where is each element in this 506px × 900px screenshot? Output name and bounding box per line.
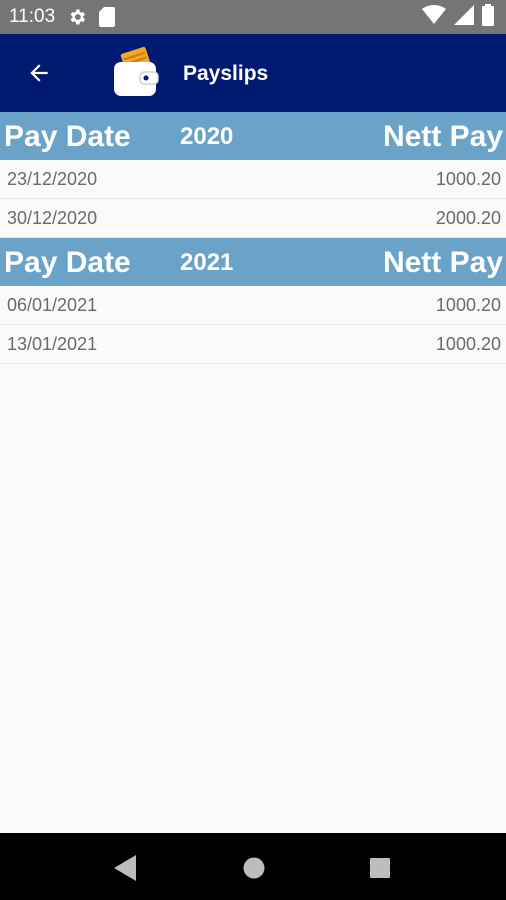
pay-date: 30/12/2020	[7, 208, 98, 228]
back-triangle-icon[interactable]	[111, 853, 141, 883]
year-label: 2020	[180, 123, 234, 150]
recents-square-icon[interactable]	[365, 853, 395, 883]
nett-pay-header: Nett Pay	[382, 246, 503, 279]
wallet-icon	[110, 44, 162, 105]
pay-date-header: Pay Date	[4, 120, 131, 153]
status-time: 11:03	[9, 6, 56, 27]
pay-date: 23/12/2020	[7, 169, 98, 189]
group-header-2021: Pay Date 2021 Nett Pay	[0, 238, 506, 286]
payslip-row[interactable]: 30/12/2020 2000.20	[0, 199, 506, 238]
arrow-back-icon[interactable]	[22, 56, 56, 90]
pay-date: 13/01/2021	[7, 334, 98, 354]
sd-card-icon	[99, 7, 116, 27]
pay-date-header: Pay Date	[4, 246, 131, 279]
year-label: 2021	[180, 249, 234, 276]
system-nav-bar	[0, 833, 506, 900]
battery-icon	[482, 3, 494, 31]
signal-icon	[454, 4, 474, 30]
nett-pay-amount: 2000.20	[435, 208, 501, 228]
wifi-icon	[422, 4, 446, 30]
nett-pay-amount: 1000.20	[435, 169, 501, 189]
nett-pay-amount: 1000.20	[435, 334, 501, 354]
payslip-row[interactable]: 13/01/2021 1000.20	[0, 325, 506, 364]
home-circle-icon[interactable]	[239, 853, 269, 883]
nett-pay-header: Nett Pay	[382, 120, 503, 153]
pay-date: 06/01/2021	[7, 295, 98, 315]
payslip-list: Pay Date 2020 Nett Pay 23/12/2020 1000.2…	[0, 112, 506, 364]
gear-icon	[67, 7, 87, 27]
nett-pay-amount: 1000.20	[435, 295, 501, 315]
status-bar: 11:03	[0, 0, 506, 34]
group-header-2020: Pay Date 2020 Nett Pay	[0, 112, 506, 160]
app-bar: Payslips	[0, 34, 506, 112]
payslip-row[interactable]: 06/01/2021 1000.20	[0, 286, 506, 325]
page-title: Payslips	[183, 62, 269, 85]
payslip-row[interactable]: 23/12/2020 1000.20	[0, 160, 506, 199]
